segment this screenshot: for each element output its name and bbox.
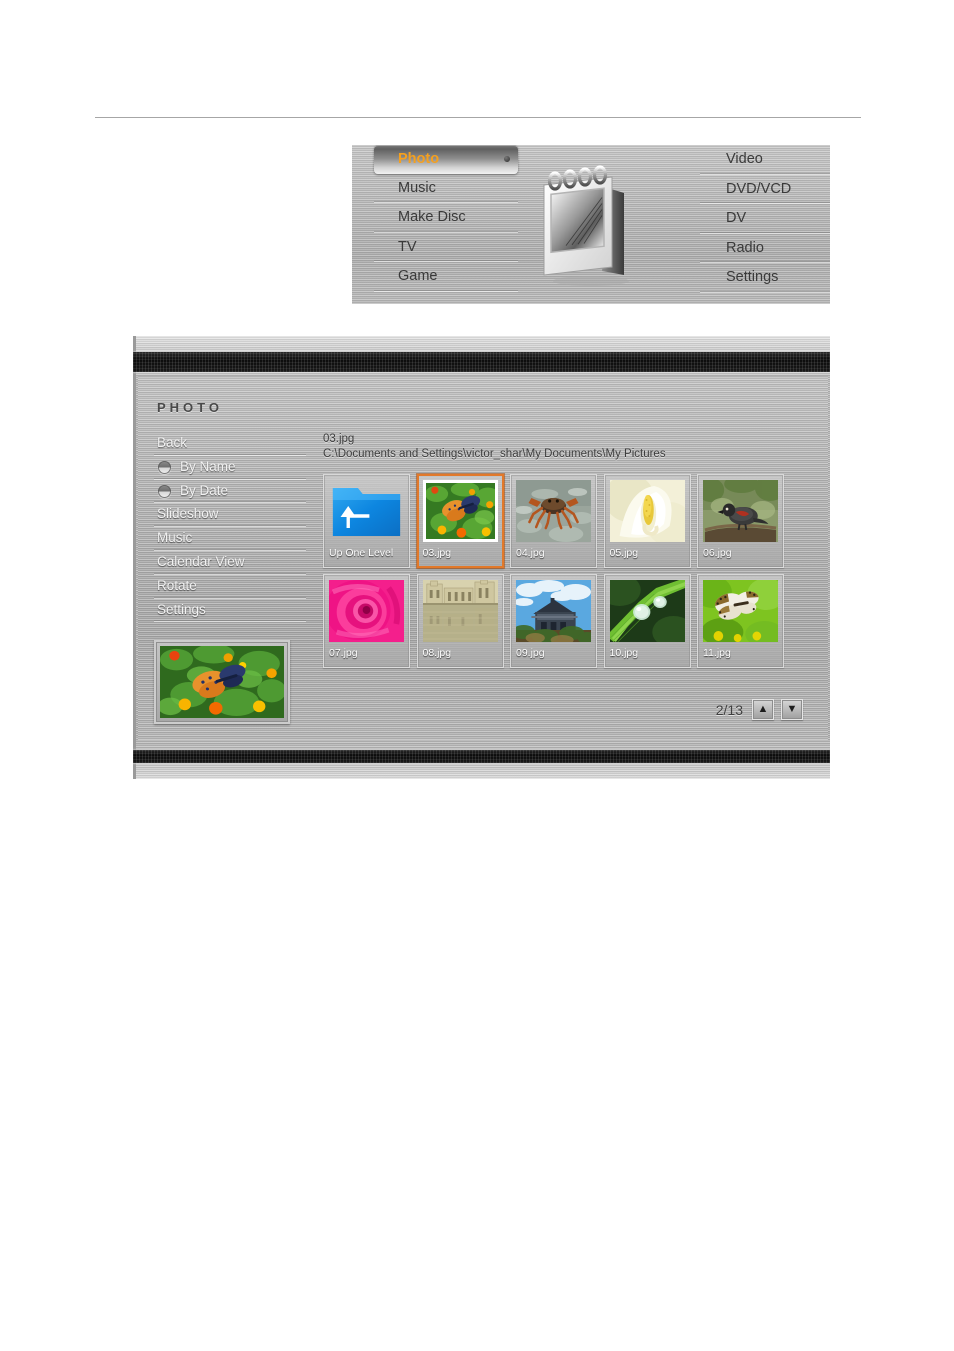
menu-item-dv-label: DV xyxy=(726,210,747,227)
thumbnail-label: 06.jpg xyxy=(703,547,732,559)
thumbnail-label: 04.jpg xyxy=(516,547,545,559)
menu-item-tv[interactable]: TV xyxy=(374,233,518,263)
menu-item-game[interactable]: Game xyxy=(374,262,518,292)
thumbnail-label: 03.jpg xyxy=(422,547,452,559)
sidebar-item-settings[interactable]: Settings xyxy=(154,599,306,623)
thumbnail-cell-05[interactable]: 05.jpg xyxy=(603,474,691,568)
sidebar-item-music[interactable]: Music xyxy=(154,527,306,551)
photo-browser-screen: Photo Back By Name By Date Slideshow Mus… xyxy=(138,376,828,740)
thumbnail-cell-03[interactable]: 03.jpg xyxy=(416,474,504,568)
thumbnail-cell-06[interactable]: 06.jpg xyxy=(697,474,784,568)
page-header-rule xyxy=(95,117,861,118)
thumbnail-image-bird-on-branch xyxy=(703,480,778,542)
menu-item-dv[interactable]: DV xyxy=(700,204,830,234)
thumbnail-image-white-calla-lily xyxy=(609,480,685,542)
sidebar-item-back-label: Back xyxy=(157,435,188,450)
speaker-grille-top xyxy=(133,352,830,372)
thumbnail-image-butterfly-on-green xyxy=(703,580,778,642)
sidebar-item-back[interactable]: Back xyxy=(154,432,306,456)
menu-item-tv-label: TV xyxy=(398,238,417,255)
sidebar-item-slideshow[interactable]: Slideshow xyxy=(154,503,306,528)
thumbnail-label: 10.jpg xyxy=(609,647,639,659)
thumbnail-label: 08.jpg xyxy=(422,647,452,659)
sidebar-item-settings-label: Settings xyxy=(157,601,206,617)
sidebar-item-by-date-label: By Date xyxy=(180,482,229,498)
menu-item-settings[interactable]: Settings xyxy=(700,263,830,293)
photo-module-title: Photo xyxy=(157,396,223,417)
pager: 2/13 ▲ ▼ xyxy=(716,699,803,720)
menu-item-music[interactable]: Music xyxy=(374,174,518,204)
sidebar-item-rotate-label: Rotate xyxy=(157,577,197,593)
folder-up-icon xyxy=(329,480,404,542)
thumbnail-image-crab-on-sand xyxy=(516,480,591,542)
current-file-path: C:\Documents and Settings\victor_shar\My… xyxy=(323,448,666,460)
sidebar-item-rotate[interactable]: Rotate xyxy=(154,575,306,599)
main-menu-panel: Photo Music Make Disc TV Game Video DVD/… xyxy=(352,145,830,304)
menu-item-video-label: Video xyxy=(726,151,763,167)
speaker-grille-bottom xyxy=(133,750,830,763)
sidebar-item-by-name[interactable]: By Name xyxy=(154,456,306,480)
triangle-up-icon: ▲ xyxy=(757,703,769,715)
thumbnail-cell-up-one-level[interactable]: Up One Level xyxy=(323,474,410,568)
menu-item-photo-label: Photo xyxy=(398,151,440,167)
thumbnail-image-dew-drops-on-leaf xyxy=(609,580,685,642)
sidebar-item-calendar-view-label: Calendar View xyxy=(157,553,245,569)
menu-item-make-disc-label: Make Disc xyxy=(398,209,466,226)
photo-sidebar: Photo Back By Name By Date Slideshow Mus… xyxy=(154,396,306,623)
triangle-down-icon: ▼ xyxy=(786,703,798,715)
thumbnail-cell-04[interactable]: 04.jpg xyxy=(510,474,597,568)
sidebar-item-by-date[interactable]: By Date xyxy=(154,480,306,504)
sidebar-item-by-name-label: By Name xyxy=(180,458,236,474)
thumbnail-image-old-house-blue-sky xyxy=(516,580,591,642)
menu-item-dvd-vcd[interactable]: DVD/VCD xyxy=(700,175,830,205)
calendar-photo-frame-icon xyxy=(536,163,666,293)
page-indicator: 2/13 xyxy=(715,701,743,718)
thumbnail-cell-09[interactable]: 09.jpg xyxy=(510,574,597,668)
menu-item-music-label: Music xyxy=(398,179,436,196)
main-menu-right-column: Video DVD/VCD DV Radio Settings xyxy=(700,145,830,293)
radio-button-icon xyxy=(158,484,171,498)
menu-item-video[interactable]: Video xyxy=(700,145,830,175)
menu-item-photo[interactable]: Photo xyxy=(374,145,518,174)
page-down-button[interactable]: ▼ xyxy=(781,699,803,720)
menu-item-radio[interactable]: Radio xyxy=(700,234,830,264)
photo-browser-device: Photo Back By Name By Date Slideshow Mus… xyxy=(133,336,830,779)
menu-item-make-disc[interactable]: Make Disc xyxy=(374,203,518,233)
thumbnail-cell-10[interactable]: 10.jpg xyxy=(603,574,691,668)
sidebar-item-slideshow-label: Slideshow xyxy=(157,506,219,522)
menu-item-settings-label: Settings xyxy=(726,269,779,286)
file-info: 03.jpg C:\Documents and Settings\victor_… xyxy=(323,432,793,462)
thumbnail-image-building-reflection-in-water xyxy=(422,580,498,642)
sidebar-item-calendar-view[interactable]: Calendar View xyxy=(154,551,306,575)
thumbnail-cell-08[interactable]: 08.jpg xyxy=(416,574,504,668)
thumbnail-label: 07.jpg xyxy=(329,647,358,659)
sidebar-item-music-label: Music xyxy=(157,530,193,546)
current-file-name: 03.jpg xyxy=(323,433,355,445)
thumbnail-label: 11.jpg xyxy=(703,647,731,659)
thumbnail-image-butterfly-on-marigolds xyxy=(422,480,498,542)
thumbnail-label: 05.jpg xyxy=(609,547,639,559)
page-up-button[interactable]: ▲ xyxy=(752,699,774,720)
menu-item-game-label: Game xyxy=(398,268,438,285)
thumbnail-cell-07[interactable]: 07.jpg xyxy=(323,574,410,668)
photo-preview-image xyxy=(160,646,284,718)
photo-preview-panel xyxy=(154,640,290,724)
radio-button-icon xyxy=(158,461,171,475)
thumbnail-cell-11[interactable]: 11.jpg xyxy=(697,574,784,668)
thumbnail-grid: Up One Level 03.jpg 04.jpg 05.jpg 06.jpg… xyxy=(323,474,798,668)
main-menu-left-column: Photo Music Make Disc TV Game xyxy=(374,145,518,292)
thumbnail-image-pink-rose xyxy=(329,580,404,642)
thumbnail-label: 09.jpg xyxy=(516,647,545,659)
thumbnail-label: Up One Level xyxy=(329,547,394,559)
menu-item-dvd-vcd-label: DVD/VCD xyxy=(726,180,792,197)
menu-item-radio-label: Radio xyxy=(726,239,764,256)
